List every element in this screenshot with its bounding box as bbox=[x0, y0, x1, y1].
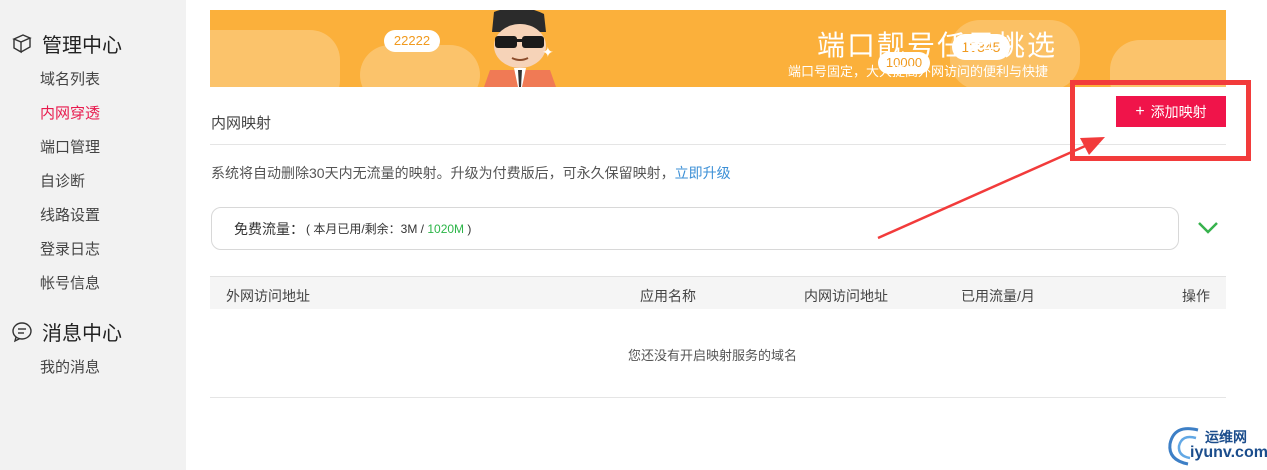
annotation-arrow bbox=[877, 137, 1105, 240]
watermark-en: iyunv.com bbox=[1190, 444, 1267, 461]
